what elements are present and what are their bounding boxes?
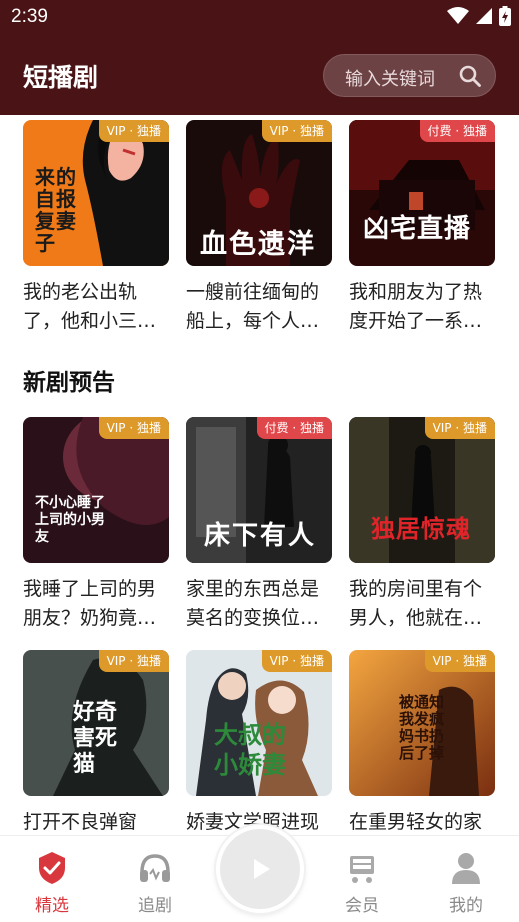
vip-badge: VIP · 独播 (98, 120, 169, 142)
drama-cover: 不小心睡了上司的小男友 VIP · 独播 (23, 417, 169, 563)
person-icon (452, 853, 480, 884)
cover-title: 好奇害死猫 (73, 700, 118, 777)
drama-card[interactable]: 来的自报复妻子 VIP · 独播 我的老公出轨了，他和小三在我们的婚房里… (23, 120, 169, 336)
page-title: 短播剧 (23, 63, 99, 92)
cover-title: 大叔的小娇妻 (214, 721, 286, 779)
section-title-new-drama: 新剧预告 (23, 370, 115, 396)
tab-following[interactable]: 追剧 (115, 836, 195, 922)
wifi-icon (447, 7, 469, 24)
tab-label: 精选 (35, 896, 69, 916)
drama-description: 我和朋友为了热度开始了一系列凶宅直播… (349, 281, 483, 332)
cart-icon (350, 856, 374, 883)
cover-title: 独居惊魂 (371, 515, 471, 543)
cover-title: 来的自报复妻子 (35, 165, 77, 255)
drama-description: 家里的东西总是莫名的变换位置… (186, 578, 320, 629)
content-scroll[interactable]: 来的自报复妻子 VIP · 独播 我的老公出轨了，他和小三在我们的婚房里… 血色… (0, 115, 519, 835)
vip-badge: VIP · 独播 (98, 417, 169, 439)
drama-card[interactable]: 凶宅直播 付费 · 独播 我和朋友为了热度开始了一系列凶宅直播… (349, 120, 495, 336)
drama-card[interactable]: 被通知我发疯妈书扔后了掉 VIP · 独播 在重男轻女的家 (349, 650, 495, 835)
drama-cover: 好奇害死猫 VIP · 独播 (23, 650, 169, 796)
drama-cover: 独居惊魂 VIP · 独播 (349, 417, 495, 563)
status-bar: 2:39 (0, 0, 519, 36)
tab-label: 我的 (449, 896, 483, 916)
status-icons (447, 6, 511, 26)
drama-cover: 血色遗洋 VIP · 独播 (186, 120, 332, 266)
cover-title: 床下有人 (204, 521, 317, 551)
drama-card[interactable]: 床下有人 付费 · 独播 家里的东西总是莫名的变换位置… (186, 417, 332, 633)
drama-card[interactable]: 血色遗洋 VIP · 独播 一艘前往缅甸的船上，每个人都心怀鬼胎… (186, 120, 332, 336)
signal-icon (476, 8, 492, 24)
paid-badge: 付费 · 独播 (419, 120, 495, 142)
drama-cover: 床下有人 付费 · 独播 (186, 417, 332, 563)
shield-check-icon (39, 852, 65, 884)
headphones-icon (140, 854, 170, 882)
drama-description: 我的老公出轨了，他和小三在我们的婚房里… (23, 281, 157, 332)
drama-description: 我睡了上司的男朋友？奶狗竟然是… (23, 578, 157, 629)
drama-cover: 被通知我发疯妈书扔后了掉 VIP · 独播 (349, 650, 495, 796)
drama-description: 一艘前往缅甸的船上，每个人都心怀鬼胎… (186, 281, 320, 332)
drama-cover: 大叔的小娇妻 VIP · 独播 (186, 650, 332, 796)
cover-title: 被通知我发疯妈书扔后了掉 (399, 693, 445, 762)
drama-card[interactable]: 好奇害死猫 VIP · 独播 打开不良弹窗 (23, 650, 169, 835)
cover-title: 血色遗洋 (200, 229, 316, 260)
vip-badge: VIP · 独播 (424, 650, 495, 672)
tab-featured[interactable]: 精选 (12, 836, 92, 922)
drama-description: 我的房间里有个男人，他就在… (349, 578, 483, 629)
drama-description: 打开不良弹窗 (23, 811, 138, 833)
drama-card[interactable]: 大叔的小娇妻 VIP · 独播 娇妻文学照进现 (186, 650, 332, 835)
status-time: 2:39 (11, 6, 48, 27)
drama-description: 在重男轻女的家 (349, 811, 483, 833)
app-screen: 2:39 短播剧 输入关键词 来的自报复妻子 VIP · 独播 我的老公出轨了，… (0, 0, 519, 922)
vip-badge: VIP · 独播 (424, 417, 495, 439)
vip-badge: VIP · 独播 (98, 650, 169, 672)
cover-title: 凶宅直播 (363, 214, 472, 244)
tab-membership[interactable]: 会员 (322, 836, 402, 922)
battery-icon (499, 6, 511, 26)
drama-card[interactable]: 独居惊魂 VIP · 独播 我的房间里有个男人，他就在… (349, 417, 495, 633)
search-input[interactable]: 输入关键词 (345, 65, 435, 91)
search-bar[interactable]: 输入关键词 (323, 54, 496, 97)
vip-badge: VIP · 独播 (261, 120, 332, 142)
cover-title: 不小心睡了上司的小男友 (35, 495, 105, 545)
paid-badge: 付费 · 独播 (256, 417, 332, 439)
vip-badge: VIP · 独播 (261, 650, 332, 672)
play-button[interactable] (216, 825, 304, 913)
tab-label: 会员 (345, 896, 379, 916)
play-icon (254, 859, 270, 879)
drama-card[interactable]: 不小心睡了上司的小男友 VIP · 独播 我睡了上司的男朋友？奶狗竟然是… (23, 417, 169, 633)
tab-label: 追剧 (138, 896, 172, 916)
tab-profile[interactable]: 我的 (426, 836, 506, 922)
app-header: 2:39 短播剧 输入关键词 (0, 0, 519, 115)
drama-cover: 凶宅直播 付费 · 独播 (349, 120, 495, 266)
drama-cover: 来的自报复妻子 VIP · 独播 (23, 120, 169, 266)
search-icon[interactable] (459, 65, 481, 87)
